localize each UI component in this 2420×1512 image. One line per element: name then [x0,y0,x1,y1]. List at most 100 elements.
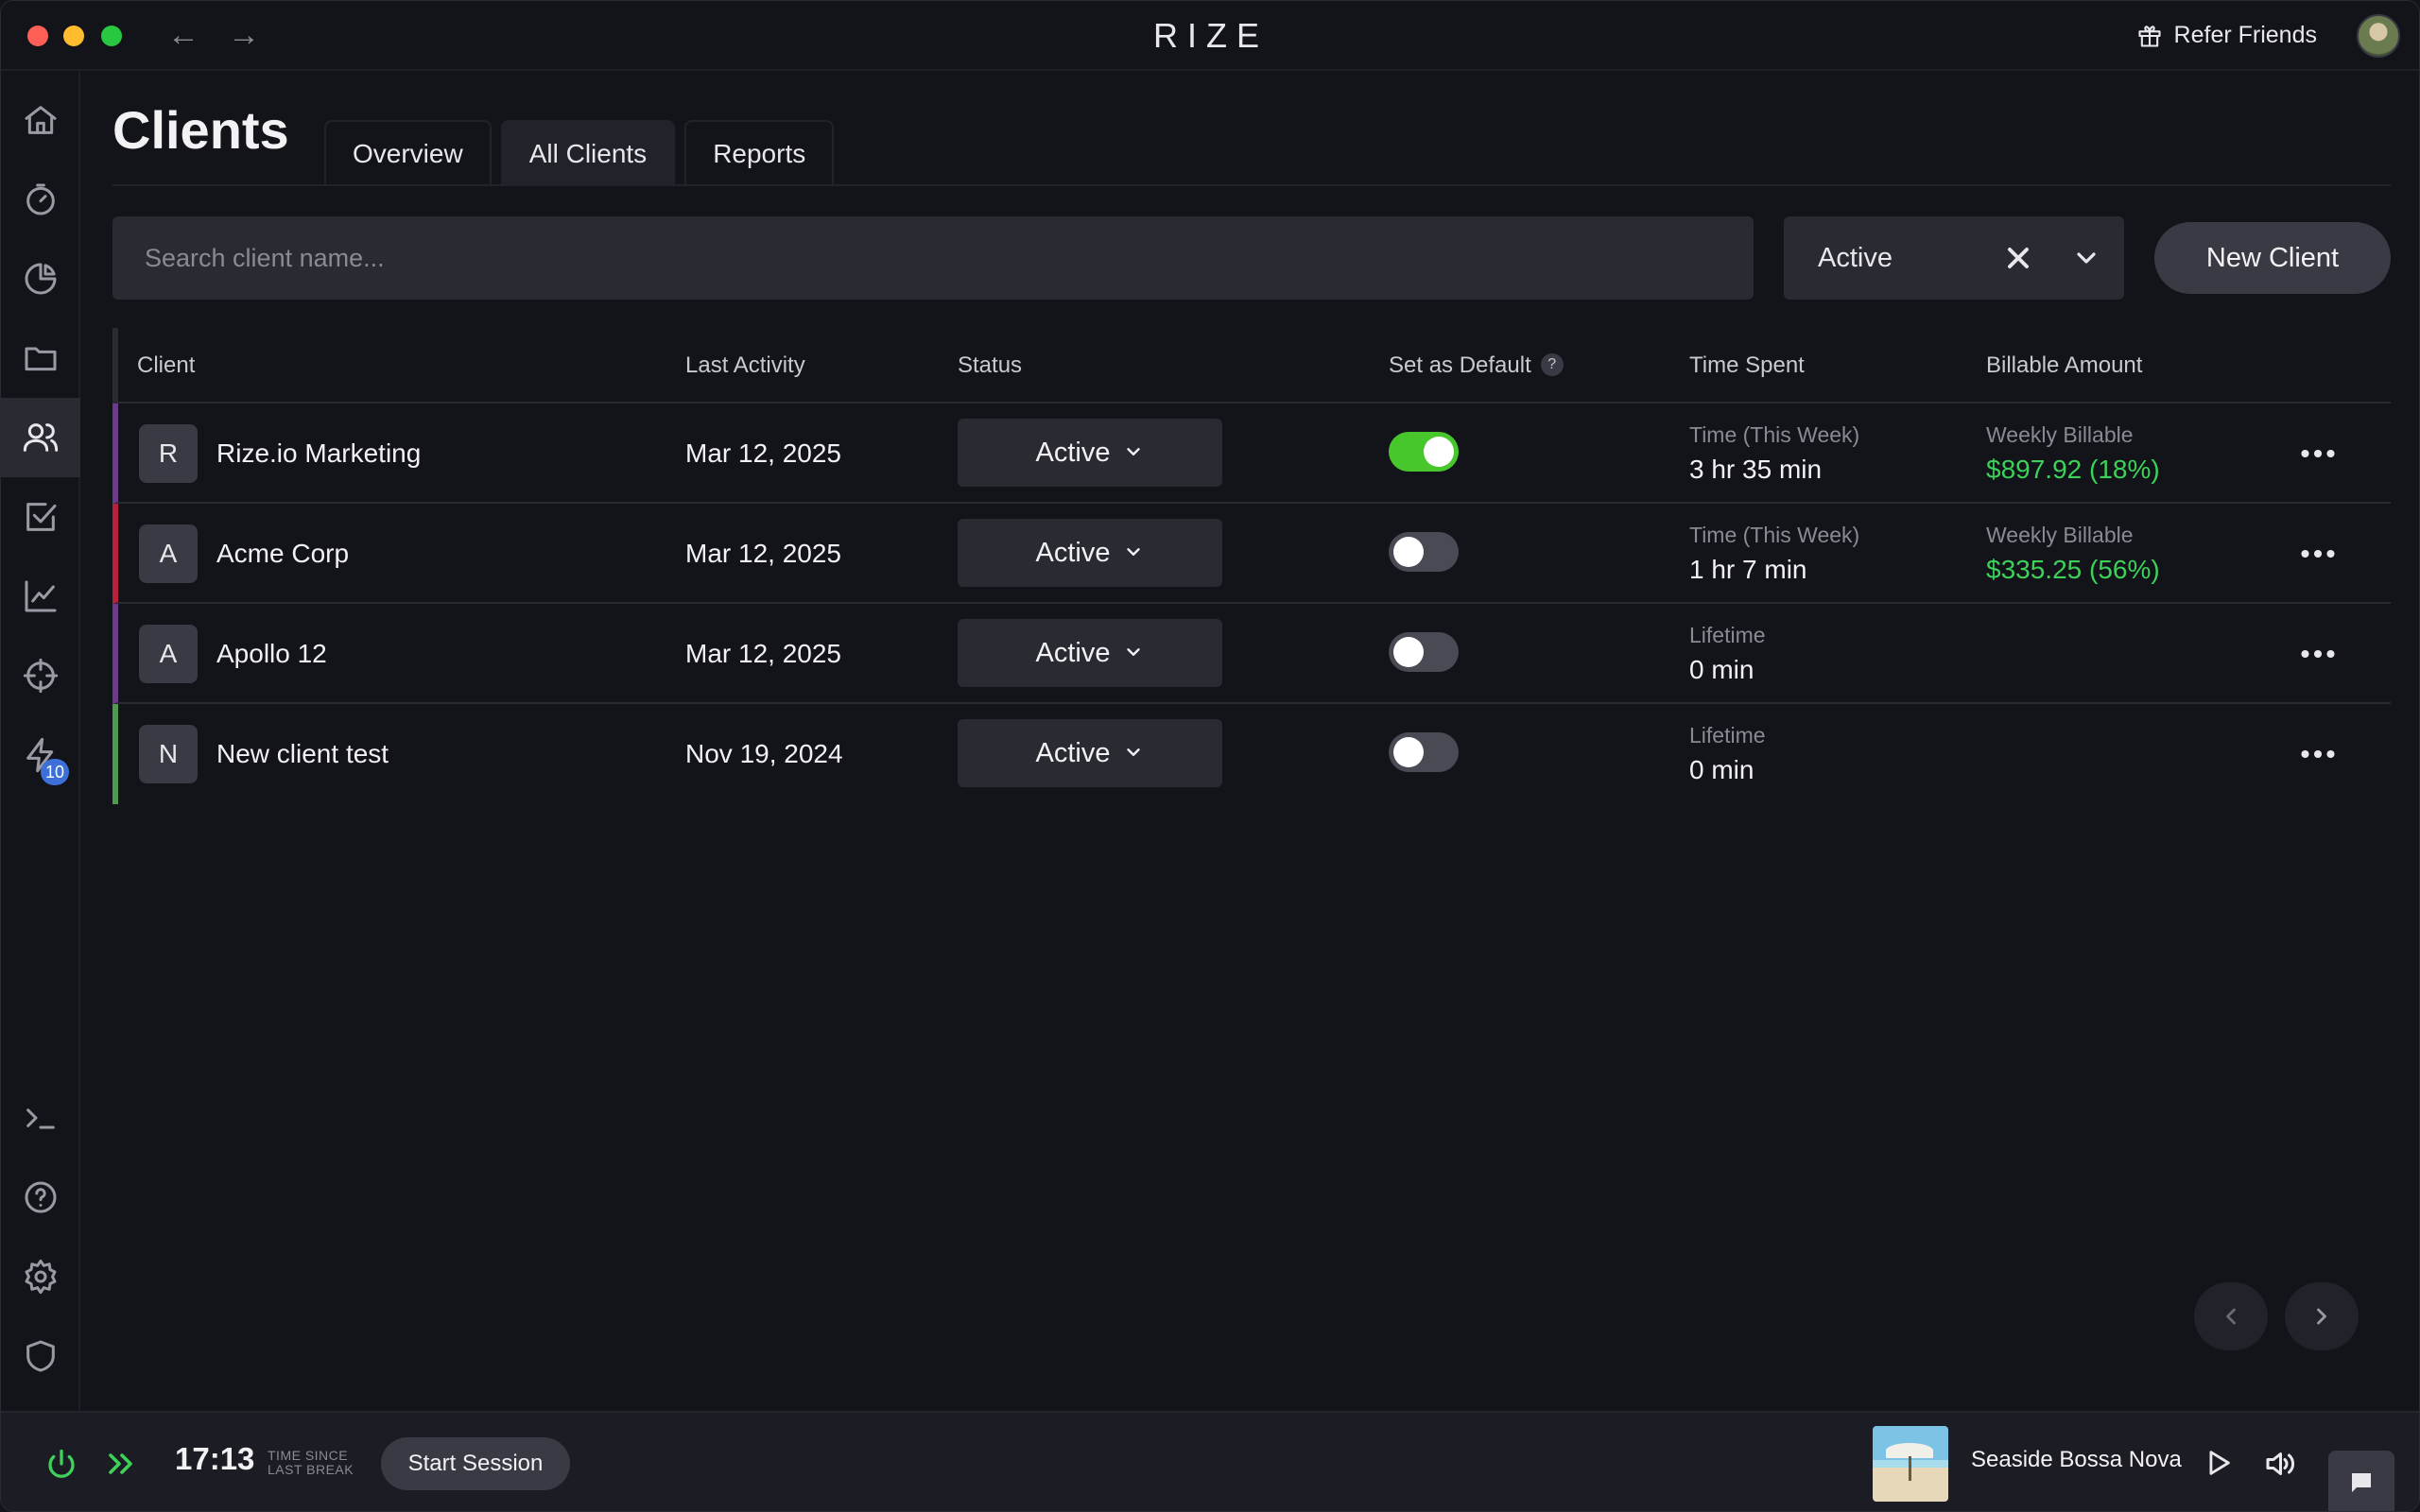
sidebar-item-automations[interactable]: 10 [1,715,80,795]
chevron-left-icon [2226,1308,2236,1325]
timer-caption-line2: LAST BREAK [268,1462,354,1477]
tabs-divider [112,184,2391,186]
client-name[interactable]: Acme Corp [216,504,349,604]
chat-button[interactable] [2328,1451,2394,1511]
status-dropdown[interactable]: Active [958,619,1222,687]
sidebar-item-privacy[interactable] [1,1316,80,1396]
table-row[interactable]: A Apollo 12 Mar 12, 2025 Active Lifetime… [112,604,2391,704]
chevron-down-icon [1127,548,1141,556]
status-filter-select[interactable]: Active [1784,216,2124,300]
sidebar-item-clients[interactable] [1,398,80,477]
new-client-button[interactable]: New Client [2154,222,2391,294]
sidebar-item-projects[interactable] [1,318,80,398]
sidebar-item-tasks[interactable] [1,477,80,557]
column-header-default-label: Set as Default [1389,352,1531,378]
search-input[interactable] [112,216,1754,300]
volume-icon[interactable] [2262,1447,2296,1481]
default-toggle[interactable] [1389,432,1459,472]
table-header: Client Last Activity Status Set as Defau… [112,328,2391,404]
power-icon[interactable] [44,1447,78,1481]
sidebar-item-home[interactable] [1,80,80,160]
settings-icon [25,1259,57,1295]
toggle-knob [1424,437,1454,467]
forward-arrow-icon[interactable]: → [228,18,260,52]
app-window: ← → RIZE Refer Friends 10 Clients Overvi… [0,0,2420,1512]
more-options-icon[interactable] [2292,729,2343,780]
minimize-window-button[interactable] [63,26,84,46]
chevron-down-icon[interactable] [2071,243,2101,273]
sidebar-item-settings[interactable] [1,1237,80,1316]
pie-chart-icon [25,263,57,295]
chevron-down-icon [1127,448,1141,455]
target-icon [23,658,59,694]
trend-chart-icon [25,580,57,612]
back-arrow-icon[interactable]: ← [167,18,199,52]
status-dropdown[interactable]: Active [958,719,1222,787]
tab-reports[interactable]: Reports [684,120,835,184]
column-header-last-activity[interactable]: Last Activity [685,328,805,404]
timer-icon [26,183,55,215]
column-header-status[interactable]: Status [958,328,1022,404]
sidebar-item-help[interactable] [1,1158,80,1237]
refer-friends-link[interactable]: Refer Friends [2136,22,2317,49]
last-activity-date: Mar 12, 2025 [685,539,841,568]
client-initial-avatar: A [139,625,198,683]
sidebar-item-timer[interactable] [1,160,80,239]
break-timer: 17:13 [175,1441,255,1476]
default-toggle[interactable] [1389,532,1459,572]
page-title: Clients [112,100,289,160]
status-dropdown-label: Active [1035,638,1111,668]
time-spent-label: Time (This Week) [1689,422,1860,447]
more-options-icon[interactable] [2292,628,2343,679]
time-spent-value: 1 hr 7 min [1689,555,1807,584]
client-initial-avatar: N [139,725,198,783]
more-options-icon[interactable] [2292,528,2343,579]
time-spent-value: 0 min [1689,655,1754,684]
column-header-client[interactable]: Client [137,328,195,404]
start-session-button[interactable]: Start Session [381,1437,570,1490]
shield-icon [26,1340,55,1372]
sidebar-item-command[interactable] [1,1078,80,1158]
main-content: Clients Overview All Clients Reports Act… [112,71,2391,1411]
user-avatar[interactable] [2357,14,2400,58]
album-umbrella-pole [1909,1456,1911,1481]
table-row[interactable]: N New client test Nov 19, 2024 Active Li… [112,704,2391,804]
client-name[interactable]: Apollo 12 [216,604,327,704]
billable-value: $335.25 (56%) [1986,555,2160,584]
clear-icon[interactable] [2001,241,2035,275]
chevron-down-icon [1127,748,1141,756]
time-spent-label: Lifetime [1689,623,1766,647]
table-row[interactable]: A Acme Corp Mar 12, 2025 Active Time (Th… [112,504,2391,604]
column-header-time-spent[interactable]: Time Spent [1689,328,1805,404]
more-options-icon[interactable] [2292,428,2343,479]
last-activity-date: Mar 12, 2025 [685,639,841,668]
help-icon [25,1181,57,1213]
time-spent-label: Time (This Week) [1689,523,1860,547]
client-name[interactable]: Rize.io Marketing [216,404,421,504]
status-dropdown-label: Active [1035,438,1111,468]
app-logo: RIZE [1152,16,1269,55]
tab-overview[interactable]: Overview [324,120,492,184]
maximize-window-button[interactable] [101,26,122,46]
sidebar-item-goals[interactable] [1,636,80,715]
default-toggle[interactable] [1389,732,1459,772]
play-icon[interactable] [2202,1447,2234,1479]
default-toggle[interactable] [1389,632,1459,672]
table-row[interactable]: R Rize.io Marketing Mar 12, 2025 Active … [112,404,2391,504]
tab-all-clients[interactable]: All Clients [500,120,676,184]
status-dropdown[interactable]: Active [958,519,1222,587]
sidebar-item-reports[interactable] [1,557,80,636]
next-page-button[interactable] [2285,1282,2359,1350]
default-help-icon[interactable]: ? [1540,353,1564,376]
client-name[interactable]: New client test [216,704,389,804]
terminal-icon [26,1108,55,1129]
previous-page-button[interactable] [2194,1282,2268,1350]
toggle-knob [1393,637,1424,667]
close-window-button[interactable] [27,26,48,46]
column-header-billable[interactable]: Billable Amount [1986,328,2142,404]
fast-forward-icon[interactable] [105,1447,139,1481]
sidebar-item-analytics[interactable] [1,239,80,318]
gift-icon [2137,25,2161,47]
tab-bar: Overview All Clients Reports [324,120,835,184]
status-dropdown[interactable]: Active [958,419,1222,487]
